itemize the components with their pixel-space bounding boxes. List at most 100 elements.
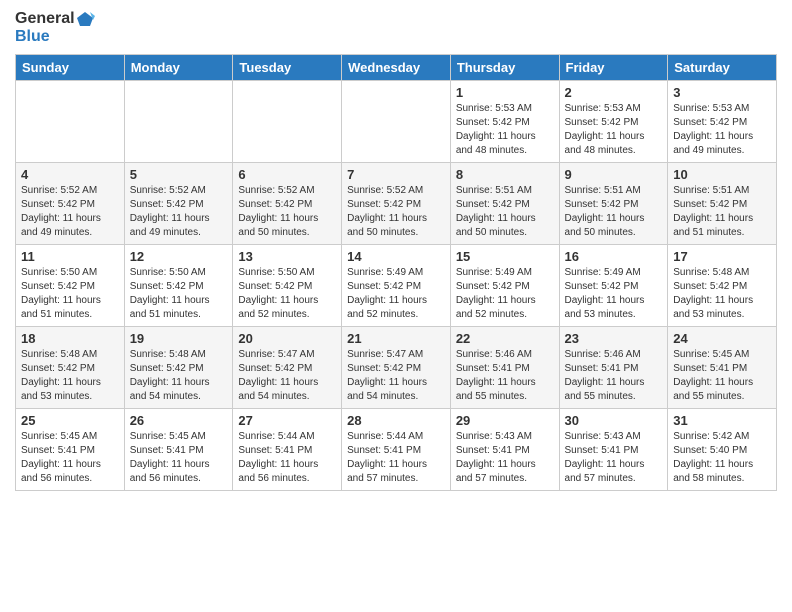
calendar-cell: 14 Sunrise: 5:49 AM Sunset: 5:42 PM Dayli… [342,244,451,326]
day-info: Sunrise: 5:53 AM Sunset: 5:42 PM Dayligh… [565,102,663,158]
day-info: Sunrise: 5:47 AM Sunset: 5:42 PM Dayligh… [347,348,445,404]
calendar-cell: 9 Sunrise: 5:51 AM Sunset: 5:42 PM Daylig… [559,162,668,244]
day-info: Sunrise: 5:52 AM Sunset: 5:42 PM Dayligh… [347,184,445,240]
weekday-header-saturday: Saturday [668,54,777,80]
day-info: Sunrise: 5:50 AM Sunset: 5:42 PM Dayligh… [130,266,228,322]
day-info: Sunrise: 5:45 AM Sunset: 5:41 PM Dayligh… [21,430,119,486]
day-number: 15 [456,249,554,264]
day-info: Sunrise: 5:43 AM Sunset: 5:41 PM Dayligh… [565,430,663,486]
day-info: Sunrise: 5:53 AM Sunset: 5:42 PM Dayligh… [456,102,554,158]
calendar-cell: 25 Sunrise: 5:45 AM Sunset: 5:41 PM Dayli… [16,408,125,490]
day-info: Sunrise: 5:48 AM Sunset: 5:42 PM Dayligh… [673,266,771,322]
day-info: Sunrise: 5:47 AM Sunset: 5:42 PM Dayligh… [238,348,336,404]
calendar-cell: 11 Sunrise: 5:50 AM Sunset: 5:42 PM Dayli… [16,244,125,326]
day-info: Sunrise: 5:46 AM Sunset: 5:41 PM Dayligh… [565,348,663,404]
calendar-cell: 31 Sunrise: 5:42 AM Sunset: 5:40 PM Dayli… [668,408,777,490]
weekday-header-thursday: Thursday [450,54,559,80]
week-row-5: 25 Sunrise: 5:45 AM Sunset: 5:41 PM Dayli… [16,408,777,490]
calendar-cell: 21 Sunrise: 5:47 AM Sunset: 5:42 PM Dayli… [342,326,451,408]
day-number: 20 [238,331,336,346]
day-info: Sunrise: 5:45 AM Sunset: 5:41 PM Dayligh… [130,430,228,486]
day-number: 4 [21,167,119,182]
day-number: 21 [347,331,445,346]
calendar-cell: 15Sunrise: 5:49 AM Sunset: 5:42 PM Dayli… [450,244,559,326]
calendar-cell: 28 Sunrise: 5:44 AM Sunset: 5:41 PM Dayli… [342,408,451,490]
day-info: Sunrise: 5:44 AM Sunset: 5:41 PM Dayligh… [347,430,445,486]
day-info: Sunrise: 5:44 AM Sunset: 5:41 PM Dayligh… [238,430,336,486]
day-info: Sunrise: 5:45 AM Sunset: 5:41 PM Dayligh… [673,348,771,404]
day-number: 30 [565,413,663,428]
day-info: Sunrise: 5:52 AM Sunset: 5:42 PM Dayligh… [21,184,119,240]
calendar-cell: 12 Sunrise: 5:50 AM Sunset: 5:42 PM Dayli… [124,244,233,326]
calendar-cell: 3Sunrise: 5:53 AM Sunset: 5:42 PM Daylig… [668,80,777,162]
day-number: 10 [673,167,771,182]
calendar-cell: 23Sunrise: 5:46 AM Sunset: 5:41 PM Dayli… [559,326,668,408]
day-number: 1 [456,85,554,100]
day-info: Sunrise: 5:50 AM Sunset: 5:42 PM Dayligh… [21,266,119,322]
day-number: 26 [130,413,228,428]
day-number: 31 [673,413,771,428]
calendar-cell: 8Sunrise: 5:51 AM Sunset: 5:42 PM Daylig… [450,162,559,244]
day-number: 8 [456,167,554,182]
calendar-cell: 4 Sunrise: 5:52 AM Sunset: 5:42 PM Daylig… [16,162,125,244]
day-number: 27 [238,413,336,428]
calendar-cell: 16Sunrise: 5:49 AM Sunset: 5:42 PM Dayli… [559,244,668,326]
day-info: Sunrise: 5:48 AM Sunset: 5:42 PM Dayligh… [21,348,119,404]
calendar-cell: 26 Sunrise: 5:45 AM Sunset: 5:41 PM Dayli… [124,408,233,490]
day-number: 24 [673,331,771,346]
week-row-2: 4 Sunrise: 5:52 AM Sunset: 5:42 PM Daylig… [16,162,777,244]
day-number: 12 [130,249,228,264]
calendar-cell: 6 Sunrise: 5:52 AM Sunset: 5:42 PM Daylig… [233,162,342,244]
day-number: 25 [21,413,119,428]
day-info: Sunrise: 5:51 AM Sunset: 5:42 PM Dayligh… [565,184,663,240]
day-info: Sunrise: 5:42 AM Sunset: 5:40 PM Dayligh… [673,430,771,486]
calendar-cell: 1 Sunrise: 5:53 AM Sunset: 5:42 PM Daylig… [450,80,559,162]
calendar-cell: 19 Sunrise: 5:48 AM Sunset: 5:42 PM Dayli… [124,326,233,408]
calendar-cell: 10Sunrise: 5:51 AM Sunset: 5:42 PM Dayli… [668,162,777,244]
calendar-cell [342,80,451,162]
calendar-cell: 29Sunrise: 5:43 AM Sunset: 5:41 PM Dayli… [450,408,559,490]
logo-text: General Blue [15,10,95,46]
day-number: 17 [673,249,771,264]
week-row-4: 18Sunrise: 5:48 AM Sunset: 5:42 PM Dayli… [16,326,777,408]
day-info: Sunrise: 5:49 AM Sunset: 5:42 PM Dayligh… [347,266,445,322]
calendar-cell [233,80,342,162]
day-number: 14 [347,249,445,264]
calendar-cell: 5 Sunrise: 5:52 AM Sunset: 5:42 PM Daylig… [124,162,233,244]
day-info: Sunrise: 5:48 AM Sunset: 5:42 PM Dayligh… [130,348,228,404]
header: General Blue [15,10,777,46]
calendar-cell [124,80,233,162]
day-info: Sunrise: 5:43 AM Sunset: 5:41 PM Dayligh… [456,430,554,486]
calendar-cell: 30 Sunrise: 5:43 AM Sunset: 5:41 PM Dayli… [559,408,668,490]
day-info: Sunrise: 5:52 AM Sunset: 5:42 PM Dayligh… [238,184,336,240]
day-number: 11 [21,249,119,264]
logo: General Blue [15,10,95,46]
weekday-header-sunday: Sunday [16,54,125,80]
day-number: 5 [130,167,228,182]
weekday-header-friday: Friday [559,54,668,80]
calendar-cell: 17 Sunrise: 5:48 AM Sunset: 5:42 PM Dayli… [668,244,777,326]
day-number: 7 [347,167,445,182]
calendar-cell: 22 Sunrise: 5:46 AM Sunset: 5:41 PM Dayli… [450,326,559,408]
day-number: 19 [130,331,228,346]
calendar-cell: 13Sunrise: 5:50 AM Sunset: 5:42 PM Dayli… [233,244,342,326]
day-number: 6 [238,167,336,182]
day-info: Sunrise: 5:52 AM Sunset: 5:42 PM Dayligh… [130,184,228,240]
calendar-cell: 7 Sunrise: 5:52 AM Sunset: 5:42 PM Daylig… [342,162,451,244]
calendar-table: SundayMondayTuesdayWednesdayThursdayFrid… [15,54,777,491]
day-number: 9 [565,167,663,182]
day-info: Sunrise: 5:53 AM Sunset: 5:42 PM Dayligh… [673,102,771,158]
week-row-1: 1 Sunrise: 5:53 AM Sunset: 5:42 PM Daylig… [16,80,777,162]
day-info: Sunrise: 5:49 AM Sunset: 5:42 PM Dayligh… [565,266,663,322]
calendar-cell: 2Sunrise: 5:53 AM Sunset: 5:42 PM Daylig… [559,80,668,162]
main-container: General Blue SundayMondayTuesdayWednesda… [0,0,792,501]
day-number: 22 [456,331,554,346]
weekday-header-row: SundayMondayTuesdayWednesdayThursdayFrid… [16,54,777,80]
day-number: 13 [238,249,336,264]
calendar-cell [16,80,125,162]
calendar-cell: 20 Sunrise: 5:47 AM Sunset: 5:42 PM Dayli… [233,326,342,408]
day-number: 28 [347,413,445,428]
weekday-header-monday: Monday [124,54,233,80]
day-info: Sunrise: 5:46 AM Sunset: 5:41 PM Dayligh… [456,348,554,404]
calendar-cell: 27 Sunrise: 5:44 AM Sunset: 5:41 PM Dayli… [233,408,342,490]
